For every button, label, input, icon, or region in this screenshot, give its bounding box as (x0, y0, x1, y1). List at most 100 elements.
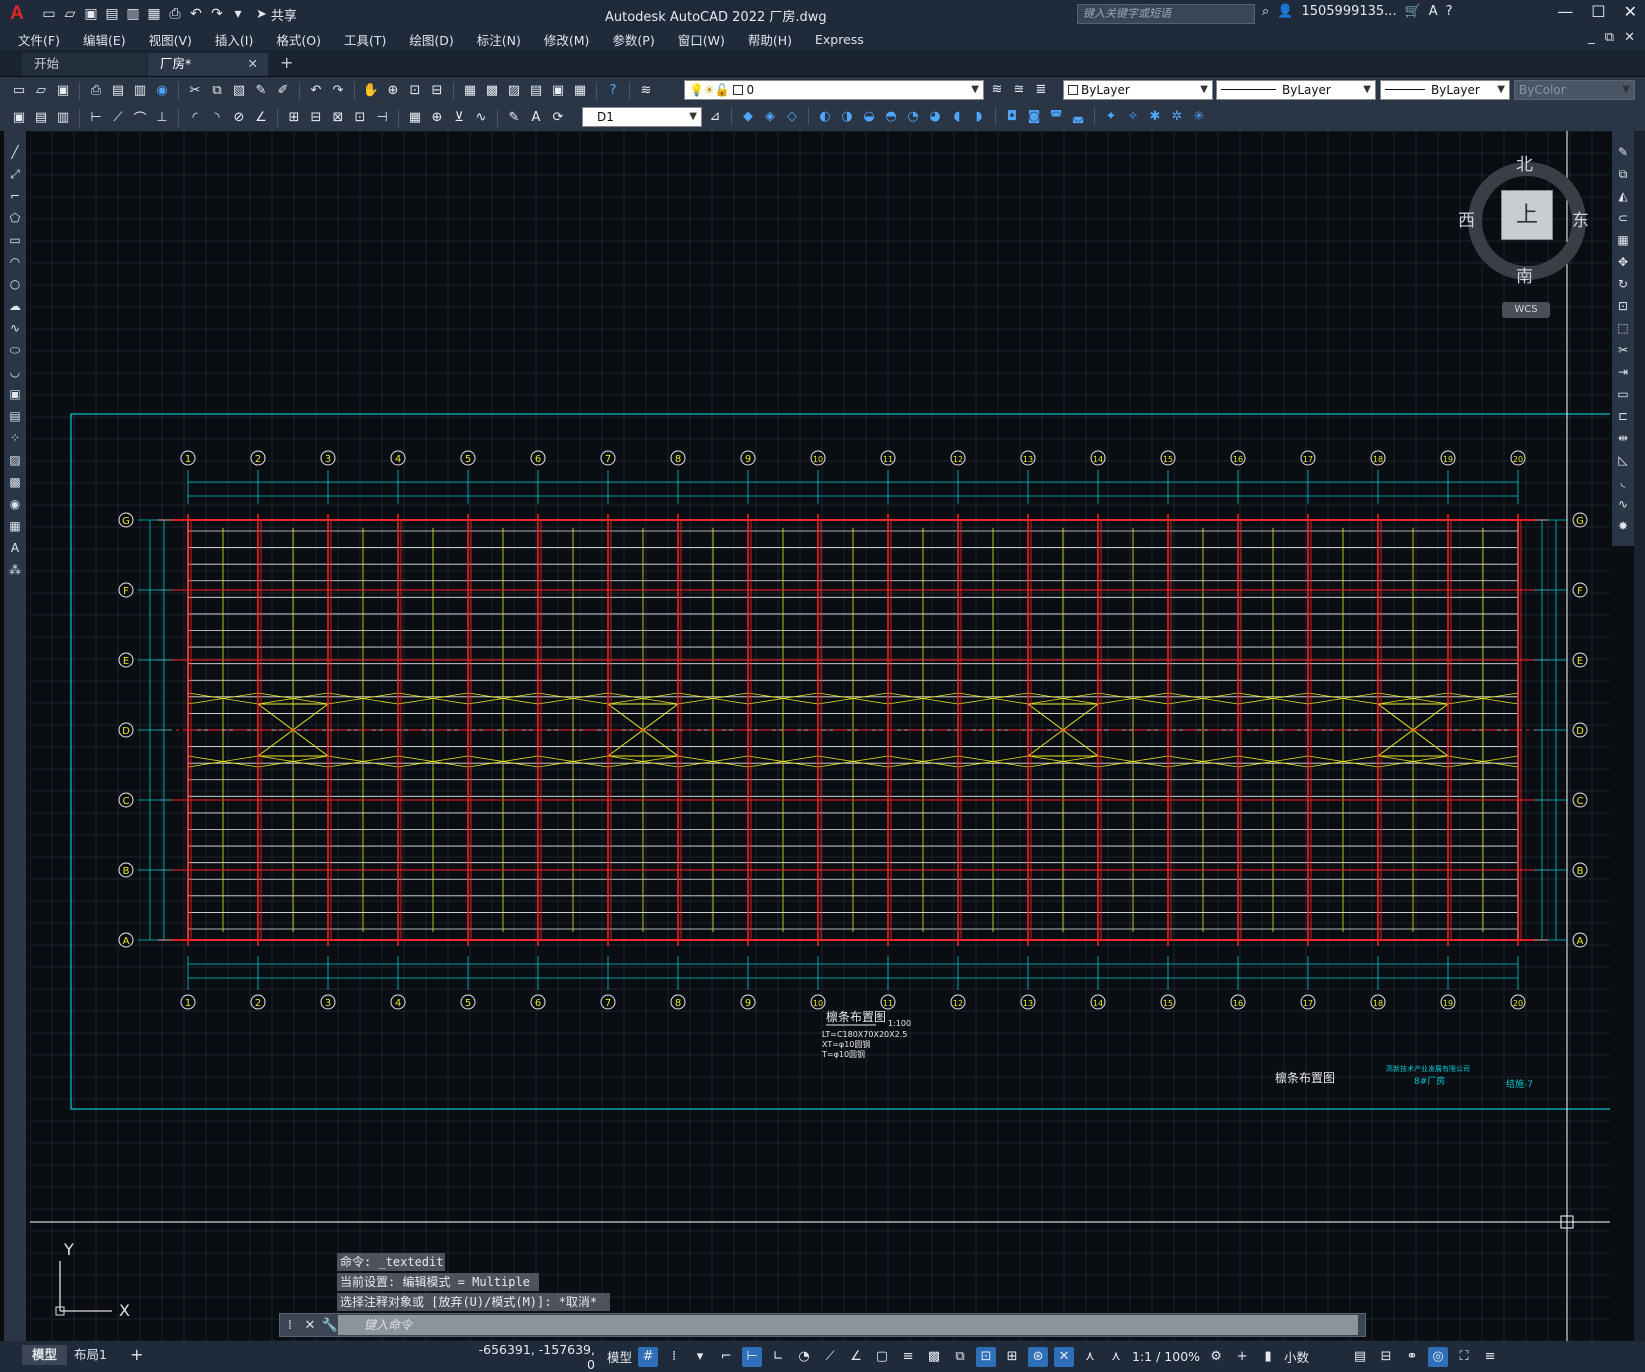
move-icon[interactable]: ✥ (1614, 253, 1632, 271)
break-at-point-icon[interactable]: ▭ (1614, 385, 1632, 403)
annotation-scale[interactable]: 1:1 / 100% (1132, 1349, 1200, 1364)
radius-dim-icon[interactable]: ◜ (186, 109, 204, 127)
transparency-icon[interactable]: ▩ (924, 1347, 944, 1367)
zoom-realtime-icon[interactable]: ⊕ (384, 82, 402, 100)
selection-filter-icon[interactable]: ⊛ (1028, 1346, 1049, 1367)
line-icon[interactable]: ╱ (6, 143, 24, 161)
markup-icon[interactable]: ▣ (549, 82, 567, 100)
close-icon[interactable]: ✕ (1624, 2, 1637, 21)
minimize-icon[interactable]: — (1557, 2, 1573, 21)
dim-break-icon[interactable]: ⊣ (373, 109, 391, 127)
break-icon[interactable]: ⊏ (1614, 407, 1632, 425)
3d-object-snap-icon[interactable]: ⊡ (976, 1346, 997, 1367)
viewcube[interactable]: 上 北 南 东 西 WCS (1458, 150, 1590, 330)
undo-icon[interactable]: ↶ (187, 5, 205, 23)
diameter-dim-icon[interactable]: ⊘ (230, 109, 248, 127)
join-icon[interactable]: ⇹ (1614, 429, 1632, 447)
doc-restore-icon[interactable]: ⧉ (1605, 30, 1614, 45)
workspace-gear-icon[interactable]: ⚙ (1206, 1347, 1226, 1367)
trim-icon[interactable]: ◖ (948, 107, 966, 125)
scale-icon[interactable]: ◔ (904, 107, 922, 125)
object-snap-icon[interactable]: ▢ (872, 1347, 892, 1367)
snap-icon[interactable]: ⁞ (664, 1347, 684, 1367)
erase-icon[interactable]: ✎ (1614, 143, 1632, 161)
polar-icon[interactable]: ◔ (794, 1347, 814, 1367)
array-icon[interactable]: ▦ (1614, 231, 1632, 249)
customize-dropdown-icon[interactable]: ▾ (229, 5, 247, 23)
menu-express[interactable]: Express (815, 32, 877, 47)
open-file-icon[interactable]: ▱ (61, 5, 79, 23)
help-icon[interactable]: ? (604, 82, 622, 100)
mirror-icon[interactable]: ◇ (783, 107, 801, 125)
ordinate-dim-icon[interactable]: ⊥ (153, 109, 171, 127)
arc-length-icon[interactable]: ⌒ (131, 109, 149, 127)
redo-icon[interactable]: ↷ (208, 5, 226, 23)
trim-icon[interactable]: ✂ (1614, 341, 1632, 359)
point-icon[interactable]: ⁘ (6, 429, 24, 447)
quick-properties-icon[interactable]: ▤ (1350, 1347, 1370, 1367)
menu-modify[interactable]: 修改(M) (544, 30, 603, 49)
make-block-icon[interactable]: ▤ (32, 109, 50, 127)
help-icon[interactable]: ? (1446, 4, 1453, 19)
revision-cloud-icon[interactable]: ☁ (6, 297, 24, 315)
compass-north[interactable]: 北 (1516, 150, 1533, 175)
circle-icon[interactable]: ○ (6, 275, 24, 293)
paste-icon[interactable]: ▧ (230, 82, 248, 100)
menu-dimension[interactable]: 标注(N) (477, 30, 534, 49)
baseline-dim-icon[interactable]: ⊟ (307, 109, 325, 127)
dimstyle-manager-icon[interactable]: ⊿ (706, 107, 724, 125)
annotation-visibility-icon[interactable]: ⋏ (1080, 1347, 1100, 1367)
dim-edit-icon[interactable]: ✎ (505, 109, 523, 127)
erase-icon[interactable]: ◆ (739, 107, 757, 125)
layer-match-icon[interactable]: ≣ (1032, 80, 1050, 98)
make-block-icon[interactable]: ▤ (6, 407, 24, 425)
clean-screen-icon[interactable]: ⛶ (1454, 1347, 1474, 1367)
save-icon[interactable]: ▣ (54, 82, 72, 100)
region-icon[interactable]: ◉ (6, 495, 24, 513)
design-center-icon[interactable]: ▩ (483, 82, 501, 100)
menu-edit[interactable]: 编辑(E) (83, 30, 139, 49)
rectangle-icon[interactable]: ▭ (6, 231, 24, 249)
mtext-icon[interactable]: A (6, 539, 24, 557)
open-icon[interactable]: ▱ (32, 82, 50, 100)
cut-icon[interactable]: ✂ (186, 82, 204, 100)
selection-cycling-icon[interactable]: ⧉ (950, 1347, 970, 1367)
cart-icon[interactable]: 🛒 (1405, 4, 1421, 19)
autodesk-app-icon[interactable]: A (1429, 4, 1438, 19)
chamfer-icon[interactable]: ◚ (1047, 107, 1065, 125)
block-editor-icon[interactable]: ✐ (274, 82, 292, 100)
polyline-icon[interactable]: ⌐ (6, 187, 24, 205)
object-snap-tracking-icon[interactable]: ∠ (846, 1347, 866, 1367)
ortho-icon[interactable]: ∟ (768, 1347, 788, 1367)
hatchedit-icon[interactable]: ✳ (1190, 107, 1208, 125)
fillet-icon[interactable]: ◟ (1614, 473, 1632, 491)
auto-scale-icon[interactable]: ⋏ (1106, 1347, 1126, 1367)
extend-icon[interactable]: ⇥ (1614, 363, 1632, 381)
maximize-icon[interactable]: ☐ (1591, 2, 1605, 21)
offset-icon[interactable]: ⊂ (1614, 209, 1632, 227)
customize-wrench-icon[interactable]: 🔧 (320, 1318, 340, 1333)
export-icon[interactable]: ▦ (145, 5, 163, 23)
publish-3d-icon[interactable]: ◉ (153, 82, 171, 100)
continue-dim-icon[interactable]: ⊠ (329, 109, 347, 127)
tab-drawing[interactable]: 厂房* ✕ (148, 53, 268, 76)
center-mark-icon[interactable]: ⊕ (428, 109, 446, 127)
blend-icon[interactable]: ✧ (1124, 107, 1142, 125)
publish-icon[interactable]: ▥ (131, 82, 149, 100)
inspection-icon[interactable]: ⊻ (450, 109, 468, 127)
coordinates-readout[interactable]: -656391, -157639, 0 (470, 1342, 595, 1372)
sheet-set-icon[interactable]: ▤ (527, 82, 545, 100)
model-space-toggle[interactable]: 模型 (607, 1347, 632, 1366)
add-selected-icon[interactable]: ⁂ (6, 561, 24, 579)
quick-dim-icon[interactable]: ⊞ (285, 109, 303, 127)
command-input[interactable]: 键入命令 (338, 1315, 1358, 1335)
offset-icon[interactable]: ◐ (816, 107, 834, 125)
hatch-icon[interactable]: ▨ (6, 451, 24, 469)
aligned-dim-icon[interactable]: ⟋ (109, 109, 127, 127)
drawing-svg[interactable]: XY11223344556677889910101111121213131414… (30, 131, 1610, 1341)
isodraft-icon[interactable]: ⟋ (820, 1347, 840, 1367)
user-name[interactable]: 1505999135... (1301, 4, 1396, 19)
pedit-icon[interactable]: ✱ (1146, 107, 1164, 125)
compass-east[interactable]: 东 (1572, 206, 1589, 231)
extend-icon[interactable]: ◗ (970, 107, 988, 125)
